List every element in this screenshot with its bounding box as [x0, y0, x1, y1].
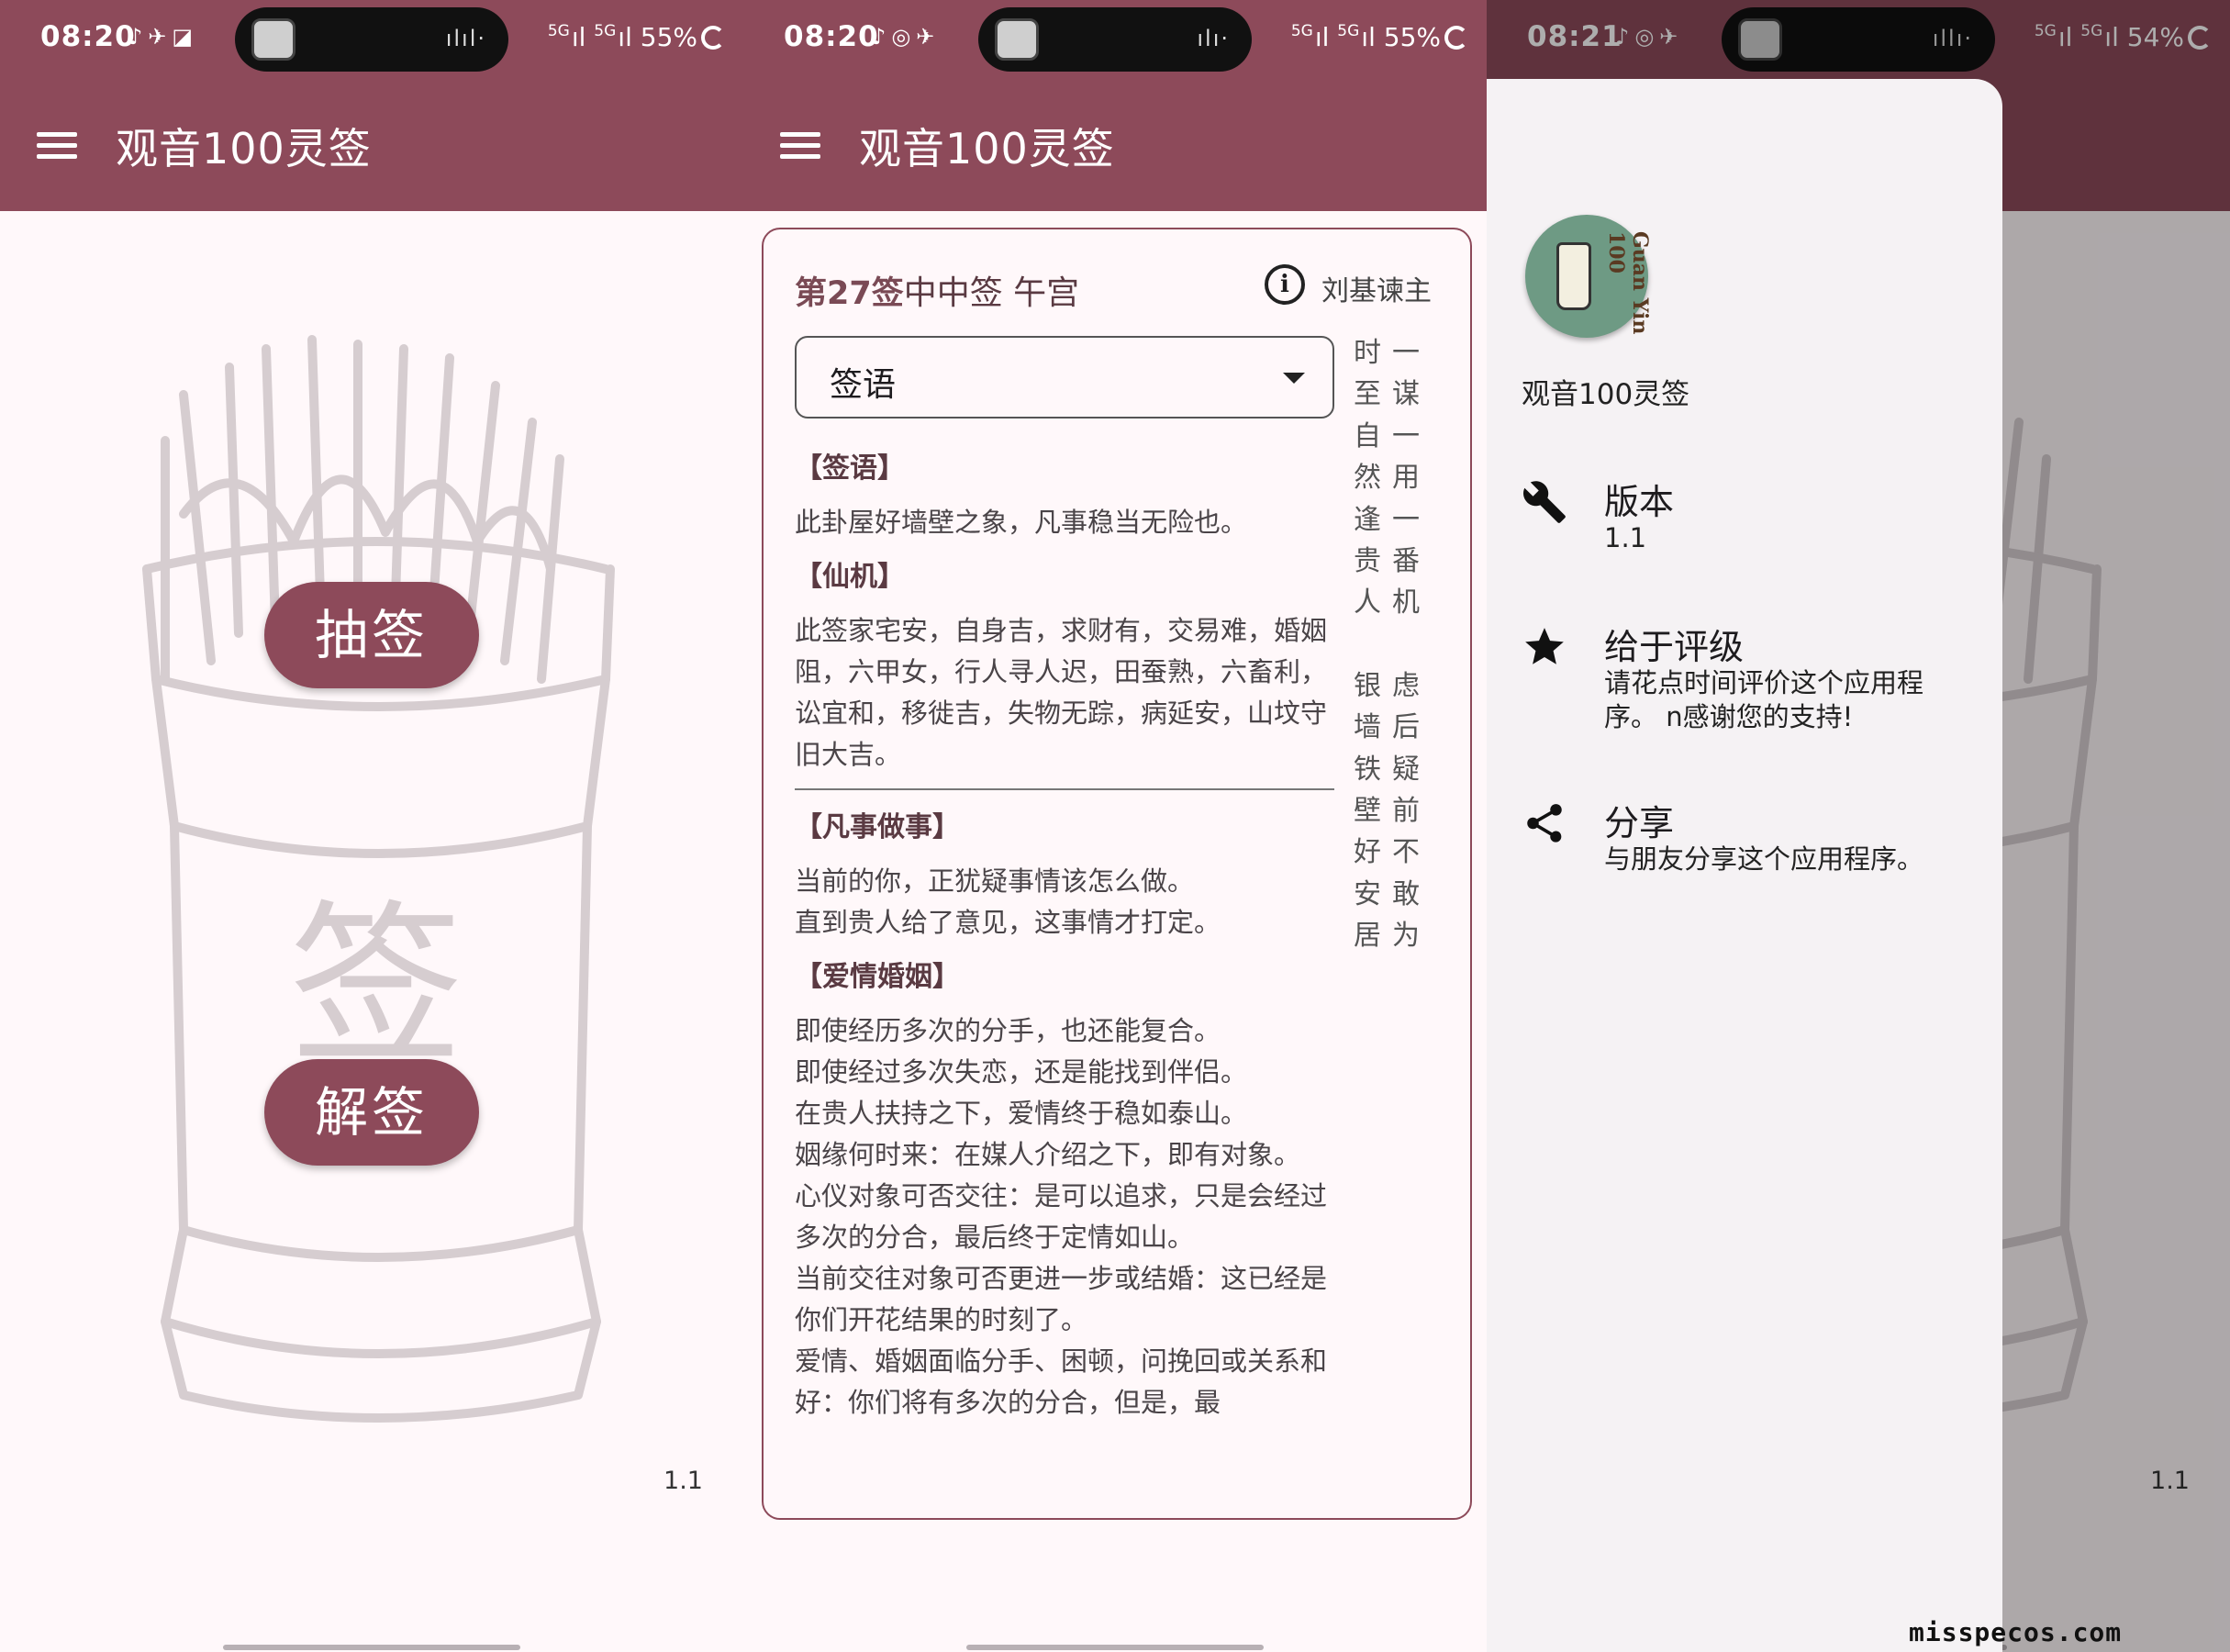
- notification-icons: ♪✈◪: [128, 24, 199, 50]
- audio-wave-icon: ılıl·: [445, 26, 486, 51]
- audio-wave-icon: ılı·: [1197, 26, 1230, 51]
- lot-grade: 中中签 午宫: [903, 274, 1080, 312]
- battery-text: 55%: [1383, 22, 1441, 52]
- section-heading: 【凡事做事】: [795, 811, 960, 843]
- draw-lot-button[interactable]: 抽签: [264, 582, 479, 688]
- dropdown-value: 签语: [830, 366, 897, 404]
- section-text: 当前的你，正犹疑事情该怎么做。 直到贵人给了意见，这事情才打定。: [795, 865, 1221, 938]
- signal-icon-2: 5G: [594, 22, 617, 40]
- section-text: 此签家宅安，自身吉，求财有，交易难，婚姻阻，六甲女，行人寻人迟，田蚕熟，六畜利，…: [795, 615, 1328, 770]
- dynamic-island: ılıl·: [235, 7, 508, 72]
- wrench-icon: [1522, 481, 1566, 523]
- share-icon: [1527, 804, 1562, 843]
- dropdown-arrow-icon: [1283, 373, 1305, 384]
- verse-line: 虑后疑前不敢为: [1392, 669, 1420, 953]
- verse-column-right: 一谋一用一番机 虑后疑前不敢为: [1388, 332, 1424, 957]
- lot-content: 【签语】 此卦屋好墙壁之象，凡事稳当无险也。 【仙机】 此签家宅安，自身吉，求财…: [795, 441, 1334, 1436]
- battery-text: 55%: [640, 22, 697, 52]
- battery-icon: [701, 26, 725, 50]
- star-icon: [1525, 628, 1564, 664]
- section-text: 此卦屋好墙壁之象，凡事稳当无险也。: [795, 507, 1248, 538]
- dynamic-island: ılı·: [978, 7, 1252, 72]
- section-heading: 【爱情婚姻】: [795, 961, 960, 993]
- lot-number: 第27签: [795, 275, 904, 312]
- status-time: 08:20: [40, 20, 136, 53]
- status-right: 5Gıl 5Gıl 55%: [1291, 22, 1468, 52]
- menu-icon[interactable]: [37, 132, 77, 160]
- signal-bars-icon-2: ıl: [618, 22, 632, 52]
- home-screen: 08:20 ♪✈◪ ılıl· 5Gıl 5Gıl 55% 观音100灵签 签 …: [0, 0, 743, 1652]
- lot-header: 第27签中中签 午宫: [795, 266, 1079, 314]
- drawer-item-label: 分享: [1604, 803, 1675, 843]
- drawer-item-label: 版本: [1604, 482, 1675, 522]
- signal-bars-icon-2: ıl: [1361, 22, 1376, 52]
- drawer-title: 观音100灵签: [1522, 378, 1690, 411]
- notification-icons: ♪◎✈: [872, 24, 941, 50]
- lot-author: 刘基谏主: [1321, 275, 1432, 307]
- lot-detail-screen: 08:20 ♪◎✈ ılı· 5Gıl 5Gıl 55% 观音100灵签 第27…: [743, 0, 1487, 1652]
- signal-bars-icon: ıl: [571, 22, 586, 52]
- app-title: 观音100灵签: [859, 124, 1115, 173]
- app-bar: 观音100灵签: [0, 79, 743, 211]
- navigation-drawer: Guan Yin 100 观音100灵签 版本 1.1 给于评级 请花点时间评价…: [1487, 79, 2002, 1652]
- status-bar: 08:20 ♪✈◪ ılıl· 5Gıl 5Gıl 55%: [0, 0, 743, 79]
- lot-card: 第27签中中签 午宫 i 刘基谏主 签语 【签语】 此卦屋好墙壁之象，凡事稳当无…: [762, 228, 1472, 1520]
- gesture-bar[interactable]: [223, 1645, 520, 1650]
- status-right: 5Gıl 5Gıl 55%: [548, 22, 725, 52]
- signal-icon: 5G: [1290, 22, 1313, 40]
- app-title: 观音100灵签: [116, 124, 372, 173]
- verse-column-left: 时至自然逢贵人 银墙铁壁好安居: [1349, 332, 1386, 957]
- explain-lot-button[interactable]: 解签: [264, 1059, 479, 1166]
- drawer-screen: 08:21 ♪◎✈ ıllı· 5Gıl 5Gıl 54% 观音100灵签 1.…: [1487, 0, 2230, 1652]
- info-icon[interactable]: i: [1265, 264, 1305, 305]
- signal-icon: 5G: [547, 22, 570, 40]
- lot-cup-illustration: 签: [142, 335, 615, 1423]
- version-label: 1.1: [663, 1467, 703, 1495]
- watermark: misspecos.com: [1909, 1617, 2123, 1647]
- drawer-item-sub: 与朋友分享这个应用程序。: [1604, 843, 1924, 875]
- svg-text:签: 签: [289, 885, 463, 1088]
- signal-bars-icon: ıl: [1314, 22, 1330, 52]
- section-dropdown[interactable]: 签语: [795, 336, 1334, 419]
- app-bar: 观音100灵签: [743, 79, 1487, 211]
- section-heading: 【签语】: [795, 452, 905, 485]
- status-bar: 08:20 ♪◎✈ ılı· 5Gıl 5Gıl 55%: [743, 0, 1487, 79]
- drawer-item-sub: 请花点时间评价这个应用程序。 n感谢您的支持!: [1604, 667, 1924, 732]
- signal-icon-2: 5G: [1337, 22, 1360, 40]
- logo-text: Guan Yin 100: [1604, 231, 1652, 335]
- avatar: [995, 18, 1039, 61]
- gesture-bar[interactable]: [966, 1645, 1264, 1650]
- section-heading: 【仙机】: [795, 561, 905, 593]
- verse-line: 时至自然逢贵人: [1354, 337, 1381, 620]
- section-text: 即使经历多次的分手，也还能复合。 即使经过多次失恋，还是能找到伴侣。 在贵人扶持…: [795, 1015, 1328, 1418]
- avatar: [251, 18, 295, 61]
- lot-cup-icon: [1556, 242, 1591, 310]
- verse-line: 一谋一用一番机: [1392, 337, 1420, 620]
- divider: [795, 788, 1334, 790]
- menu-icon[interactable]: [780, 132, 820, 160]
- status-time: 08:20: [784, 20, 879, 53]
- battery-icon: [1444, 26, 1468, 50]
- drawer-item-label: 给于评级: [1604, 627, 1745, 667]
- app-logo: Guan Yin 100: [1525, 215, 1652, 338]
- drawer-item-sub: 1.1: [1604, 522, 1647, 553]
- verse-line: 银墙铁壁好安居: [1354, 669, 1381, 953]
